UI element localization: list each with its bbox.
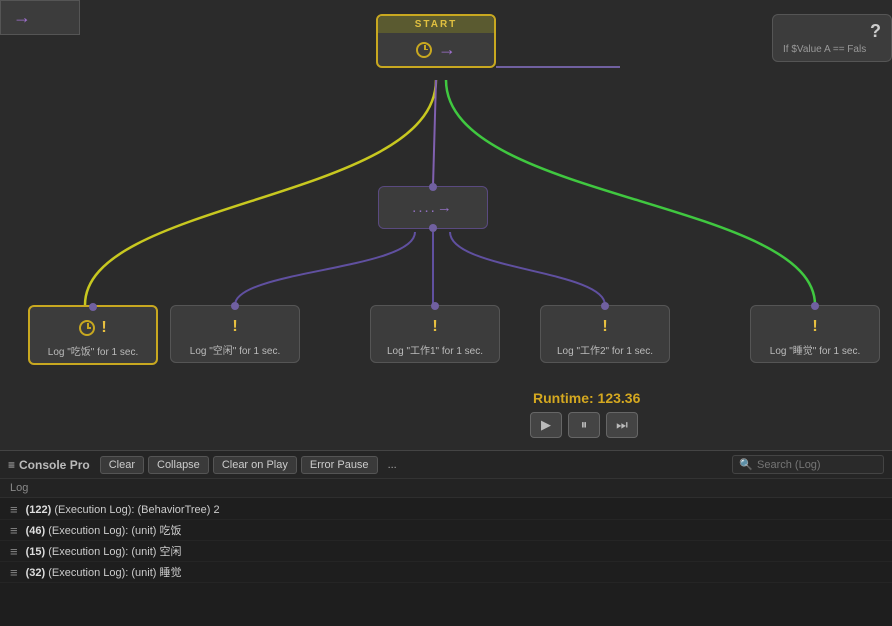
log4-label: Log "工作2" for 1 sec. bbox=[553, 342, 657, 362]
log2-exclaim: ! bbox=[232, 318, 237, 336]
log1-port-top bbox=[89, 303, 97, 311]
console-title-icon: ≡ bbox=[8, 458, 15, 472]
clear-on-play-button[interactable]: Clear on Play bbox=[213, 456, 297, 474]
node-start: START → bbox=[376, 14, 496, 68]
console-header: ≡ Console Pro Clear Collapse Clear on Pl… bbox=[0, 451, 892, 479]
play-button[interactable]: ▶ bbox=[530, 412, 562, 438]
canvas-area: ? If $Value A == Fals → START → ....→ ! … bbox=[0, 0, 892, 450]
log1-exclaim: ! bbox=[101, 319, 106, 337]
search-icon: 🔍 bbox=[739, 458, 753, 471]
sequence-node: ....→ bbox=[378, 186, 488, 229]
clock-icon bbox=[416, 42, 432, 58]
log-entry[interactable]: ≡ (122) (Execution Log): (BehaviorTree) 2 bbox=[0, 500, 892, 520]
error-pause-button[interactable]: Error Pause bbox=[301, 456, 378, 474]
pause-button[interactable]: ⏸ bbox=[568, 412, 600, 438]
seq-dots: ....→ bbox=[412, 199, 454, 216]
connector-arrow: → bbox=[13, 7, 31, 28]
console-log-header: Log bbox=[0, 479, 892, 498]
log-node-1: ! Log "吃饭" for 1 sec. bbox=[28, 305, 158, 365]
log-entry[interactable]: ≡ (32) (Execution Log): (unit) 睡觉 bbox=[0, 562, 892, 583]
clear-button[interactable]: Clear bbox=[100, 456, 144, 474]
question-mark-label: ? bbox=[783, 21, 881, 42]
more-options-button[interactable]: ... bbox=[382, 457, 403, 473]
log1-clock-icon bbox=[79, 320, 95, 336]
log4-exclaim: ! bbox=[602, 318, 607, 336]
seq-port-bottom bbox=[429, 224, 437, 232]
start-arrow: → bbox=[438, 39, 456, 60]
log-column-header: Log bbox=[10, 482, 28, 494]
start-node-title: START bbox=[378, 16, 494, 33]
log3-port-top bbox=[431, 302, 439, 310]
log-entry-text: (122) (Execution Log): (BehaviorTree) 2 bbox=[26, 504, 220, 516]
log-entry-icon: ≡ bbox=[10, 502, 18, 517]
node-connector: → bbox=[0, 0, 80, 35]
console-title-text: Console Pro bbox=[19, 458, 90, 472]
log-entry[interactable]: ≡ (46) (Execution Log): (unit) 吃饭 bbox=[0, 520, 892, 541]
log3-exclaim: ! bbox=[432, 318, 437, 336]
collapse-button[interactable]: Collapse bbox=[148, 456, 209, 474]
log-node-3: ! Log "工作1" for 1 sec. bbox=[370, 305, 500, 363]
step-button[interactable]: ⏭ bbox=[606, 412, 638, 438]
log2-port-top bbox=[231, 302, 239, 310]
search-box: 🔍 bbox=[732, 455, 884, 474]
log-entry[interactable]: ≡ (15) (Execution Log): (unit) 空闲 bbox=[0, 541, 892, 562]
log-entry-icon: ≡ bbox=[10, 565, 18, 580]
question-condition: If $Value A == Fals bbox=[783, 44, 881, 55]
log-entry-text: (46) (Execution Log): (unit) 吃饭 bbox=[26, 522, 182, 538]
console-area: ≡ Console Pro Clear Collapse Clear on Pl… bbox=[0, 450, 892, 626]
log2-label: Log "空闲" for 1 sec. bbox=[186, 342, 284, 362]
log5-label: Log "睡觉" for 1 sec. bbox=[766, 342, 864, 362]
runtime-display: Runtime: 123.36 bbox=[533, 390, 640, 406]
playback-controls: ▶ ⏸ ⏭ bbox=[530, 412, 638, 438]
log-entry-icon: ≡ bbox=[10, 544, 18, 559]
seq-port-top bbox=[429, 183, 437, 191]
log-node-2: ! Log "空闲" for 1 sec. bbox=[170, 305, 300, 363]
console-log-entries: ≡ (122) (Execution Log): (BehaviorTree) 2… bbox=[0, 498, 892, 626]
search-input[interactable] bbox=[757, 459, 877, 471]
node-question: ? If $Value A == Fals bbox=[772, 14, 892, 62]
log-node-5: ! Log "睡觉" for 1 sec. bbox=[750, 305, 880, 363]
console-title: ≡ Console Pro bbox=[8, 458, 90, 472]
log4-port-top bbox=[601, 302, 609, 310]
log5-exclaim: ! bbox=[812, 318, 817, 336]
log3-label: Log "工作1" for 1 sec. bbox=[383, 342, 487, 362]
log-entry-text: (15) (Execution Log): (unit) 空闲 bbox=[26, 543, 182, 559]
log-node-4: ! Log "工作2" for 1 sec. bbox=[540, 305, 670, 363]
log5-port-top bbox=[811, 302, 819, 310]
log1-label: Log "吃饭" for 1 sec. bbox=[44, 343, 142, 363]
log-entry-text: (32) (Execution Log): (unit) 睡觉 bbox=[26, 564, 182, 580]
log-entry-icon: ≡ bbox=[10, 523, 18, 538]
